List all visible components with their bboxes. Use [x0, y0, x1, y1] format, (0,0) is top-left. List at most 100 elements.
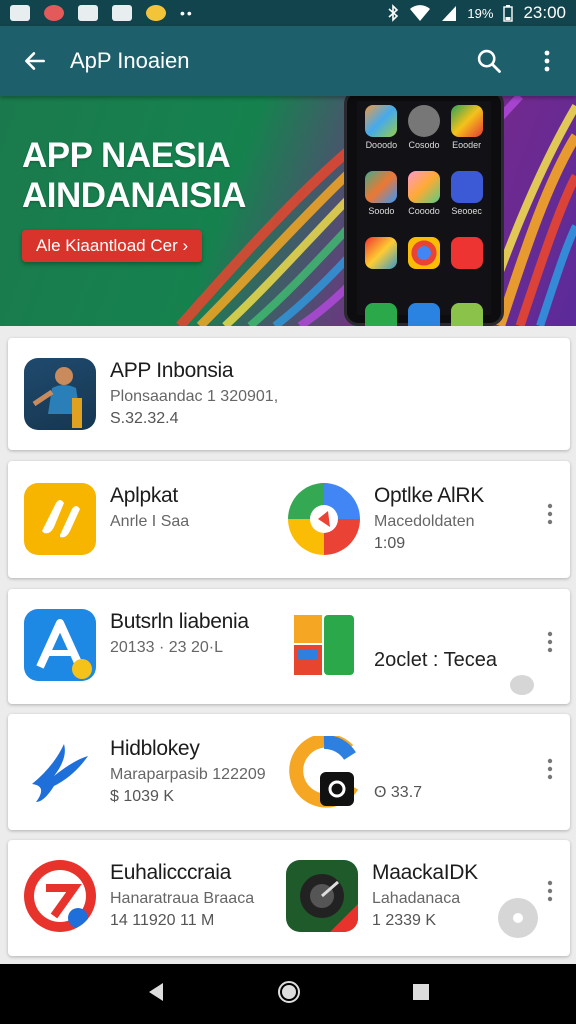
- app-subtitle: Maraparpasib 122209: [110, 766, 266, 783]
- app-meta: 1:09: [374, 535, 406, 552]
- phone-app: [361, 303, 402, 326]
- more-vert-icon: [547, 503, 553, 525]
- featured-app[interactable]: APP Inbonsia Plonsaandac 1 320901, S.32.…: [24, 358, 278, 430]
- app-item[interactable]: 2oclet : Tecea: [288, 609, 497, 681]
- phone-app: Soodo: [361, 171, 402, 235]
- app-row-card: Butsrln liabenia 20133 · 23 20·L 2oclet …: [8, 589, 570, 704]
- more-vert-icon: [547, 880, 553, 902]
- phone-screen: Dooodo Cosodo Eooder Soodo Cooodo Seooec: [357, 101, 491, 326]
- status-bar: •• 19% 23:00: [0, 0, 576, 26]
- app-meta: 14 11920 11 M: [110, 912, 215, 929]
- app-icon-aplpkat: [24, 483, 96, 555]
- phone-app: Eooder: [446, 105, 487, 169]
- featured-app-icon: [24, 358, 96, 430]
- store-notification-icon: [112, 5, 132, 21]
- battery-percent: 19%: [467, 5, 494, 21]
- app-item[interactable]: Hidblokey Maraparpasib 122209 $ 1039 K: [24, 736, 266, 808]
- app-meta: 2oclet : Tecea: [374, 649, 498, 671]
- app-meta: ʘ 33.7: [374, 784, 423, 801]
- app-subtitle: 20133 · 23 20·L: [110, 639, 223, 656]
- phone-app: [404, 237, 445, 301]
- phone-app: [446, 303, 487, 326]
- chat-notification-icon: [78, 5, 98, 21]
- back-button[interactable]: [0, 48, 70, 74]
- featured-app-subtitle: Plonsaandac 1 320901,: [110, 388, 279, 405]
- app-subtitle: Lahadanaca: [372, 890, 461, 907]
- more-vert-icon: [547, 631, 553, 653]
- phone-app: Seooec: [446, 171, 487, 235]
- featured-app-meta: S.32.32.4: [110, 410, 179, 427]
- phone-app: [446, 237, 487, 301]
- phone-app: Cooodo: [404, 171, 445, 235]
- phone-app: [404, 303, 445, 326]
- app-row-card: Euhalicccraia Hanaratraua Braaca 14 1192…: [8, 840, 570, 956]
- app-name: Euhalicccraia: [110, 861, 231, 884]
- search-button[interactable]: [460, 47, 518, 75]
- app-notification-icon: [44, 5, 64, 21]
- app-row-card: Hidblokey Maraparpasib 122209 $ 1039 K ʘ…: [8, 714, 570, 830]
- overflow-menu-button[interactable]: [518, 49, 576, 73]
- phone-illustration: Dooodo Cosodo Eooder Soodo Cooodo Seooec: [344, 96, 504, 326]
- app-item[interactable]: Euhalicccraia Hanaratraua Braaca 14 1192…: [24, 860, 254, 932]
- square-recents-icon: [413, 983, 430, 1000]
- nav-back-button[interactable]: [145, 981, 167, 1008]
- app-item[interactable]: Optlke AlRK Macedoldaten 1:09: [288, 483, 484, 555]
- bluetooth-icon: [388, 4, 399, 22]
- more-vert-icon: [547, 758, 553, 780]
- app-bar-title: ApP Inoaien: [70, 48, 190, 73]
- app-item[interactable]: Aplpkat Anrle I Saa: [24, 483, 189, 555]
- app-icon-maacka: [286, 860, 358, 932]
- arrow-left-icon: [25, 52, 45, 70]
- signal-icon: [442, 6, 457, 21]
- clock: 23:00: [523, 3, 566, 22]
- app-overflow-button[interactable]: [540, 754, 560, 784]
- app-subtitle: Anrle I Saa: [110, 513, 190, 530]
- phone-app: [361, 237, 402, 301]
- featured-app-name: APP Inbonsia: [110, 359, 234, 382]
- app-overflow-button[interactable]: [540, 499, 560, 529]
- app-bar: ApP Inoaien: [0, 26, 576, 96]
- gallery-notification-icon: [10, 5, 30, 21]
- battery-icon: [503, 5, 514, 22]
- nav-home-button[interactable]: [276, 979, 302, 1010]
- app-icon-optlke: [288, 483, 360, 555]
- disc-icon: [513, 913, 523, 923]
- banner-cta-button[interactable]: Ale Kiaantload Cer ›: [22, 230, 203, 262]
- app-item[interactable]: Butsrln liabenia 20133 · 23 20·L: [24, 609, 249, 681]
- app-name: Aplpkat: [110, 484, 178, 507]
- app-icon-crescent: [288, 733, 360, 808]
- phone-app: Cosodo: [404, 105, 445, 169]
- banner-heading-line-2: AINDANAISIA: [22, 176, 246, 215]
- triangle-back-icon: [148, 982, 163, 1001]
- app-item[interactable]: MaackaIDK Lahadanaca 1 2339 K: [286, 860, 478, 932]
- app-icon-butsrln: [24, 609, 96, 681]
- phone-app: Dooodo: [361, 105, 402, 169]
- app-name: Butsrln liabenia: [110, 610, 249, 633]
- app-subtitle: Macedoldaten: [374, 513, 475, 530]
- featured-app-card[interactable]: APP Inbonsia Plonsaandac 1 320901, S.32.…: [8, 338, 570, 450]
- app-overflow-button[interactable]: [540, 627, 560, 657]
- nav-recents-button[interactable]: [411, 982, 431, 1007]
- app-item[interactable]: ʘ 33.7: [288, 733, 423, 808]
- search-icon: [477, 49, 501, 73]
- app-icon-puzzle: [288, 609, 360, 681]
- app-name: Hidblokey: [110, 737, 200, 760]
- app-row-card: Aplpkat Anrle I Saa Optlke AlRK Macedold…: [8, 461, 570, 578]
- banner-heading-line-1: APP NAESIA: [22, 136, 231, 175]
- app-name: Optlke AlRK: [374, 484, 484, 507]
- app-overflow-button[interactable]: [540, 876, 560, 906]
- home-circle-icon: [277, 980, 300, 1003]
- floating-action-button[interactable]: [498, 898, 538, 938]
- system-navigation-bar: [0, 964, 576, 1024]
- app-meta: 1 2339 K: [372, 912, 437, 929]
- more-notifications: ••: [180, 5, 194, 21]
- app-icon-euhalic: [24, 860, 96, 932]
- wifi-icon: [410, 5, 431, 21]
- more-vert-icon: [544, 50, 550, 72]
- toggle-icon[interactable]: [510, 675, 534, 695]
- banner-heading: APP NAESIA AINDANAISIA: [22, 136, 246, 216]
- app-icon-hidblokey: [24, 736, 96, 808]
- chrome-notification-icon: [146, 5, 166, 21]
- promo-banner[interactable]: APP NAESIA AINDANAISIA Ale Kiaantload Ce…: [0, 96, 576, 326]
- app-name: MaackaIDK: [372, 861, 478, 884]
